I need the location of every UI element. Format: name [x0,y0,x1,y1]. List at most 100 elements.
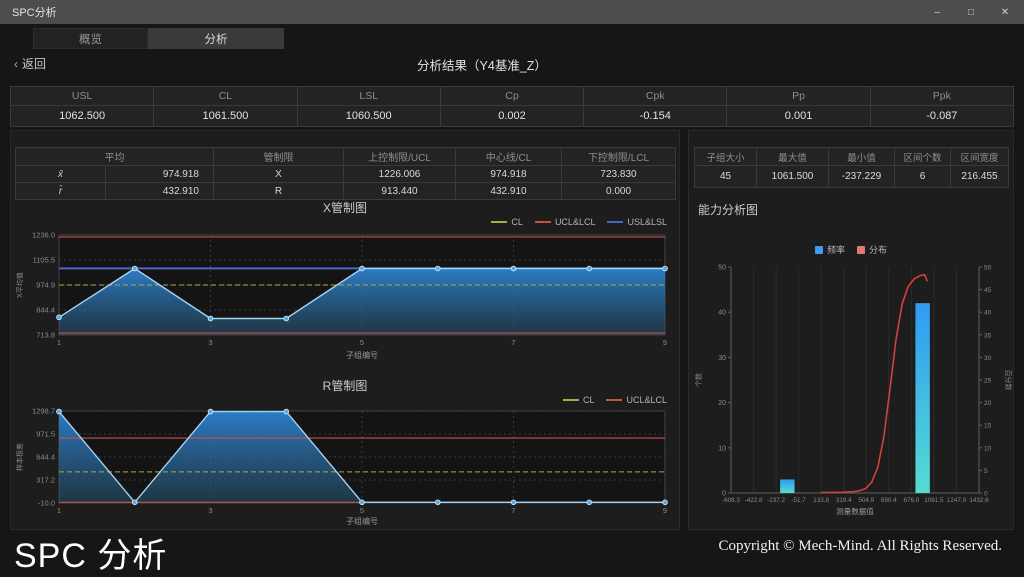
maximize-icon[interactable]: □ [964,7,978,18]
svg-text:-422.8: -422.8 [745,497,763,504]
svg-text:-237.2: -237.2 [767,497,785,504]
svg-text:9: 9 [663,506,667,515]
minimize-icon[interactable]: – [930,7,944,18]
r-control-chart[interactable]: -10.0317.2644.4971.51298.713579子组编号样本极差 [13,407,673,527]
svg-text:子组编号: 子组编号 [346,516,378,526]
legend-swatch-icon [491,221,507,223]
window-controls: – □ ✕ [930,7,1012,18]
svg-text:317.2: 317.2 [36,475,55,484]
table-row: r̄ 432.910 R 913.440 432.910 0.000 [16,183,676,200]
metric-value-cl: 1061.500 [154,106,297,127]
stats-value-min: -237.229 [829,166,895,188]
metric-label-cp: Cp [440,87,583,106]
legend-label: USL&LSL [627,217,667,227]
toolbar: ‹返回 分析结果（Y4基准_Z） [0,55,1024,72]
svg-text:50: 50 [984,265,992,272]
svg-text:974.9: 974.9 [36,281,55,290]
back-label: 返回 [22,57,46,71]
x-lcl: 723.830 [562,166,676,183]
rbar-mean: 432.910 [106,183,214,200]
x-control-chart[interactable]: 713.8844.4974.91105.51236.013579子组编号X平均值 [13,229,673,361]
metric-value-cp: 0.002 [440,106,583,127]
svg-text:971.5: 971.5 [36,430,55,439]
svg-text:690.4: 690.4 [881,497,897,504]
capability-chart[interactable]: 0102030405005101520253035404550-608.3-42… [691,255,1013,523]
svg-text:-608.3: -608.3 [722,497,740,504]
legend-item[interactable]: CL [491,217,523,227]
svg-text:30: 30 [718,355,726,362]
svg-text:844.4: 844.4 [36,305,55,314]
capability-panel: 子组大小 最大值 最小值 区间个数 区间宽度 45 1061.500 -237.… [688,130,1014,530]
limits-header-ucl: 上控制限/UCL [344,148,456,166]
svg-text:1298.7: 1298.7 [32,407,55,416]
x-row-label: X [214,166,344,183]
limits-header-lcl: 下控制限/LCL [562,148,676,166]
back-button[interactable]: ‹返回 [14,55,46,72]
summary-metrics: USL CL LSL Cp Cpk Pp Ppk 1062.500 1061.5… [10,86,1014,127]
limits-header-mean: 平均 [16,148,214,166]
table-row: x̄ 974.918 X 1226.006 974.918 723.830 [16,166,676,183]
svg-text:25: 25 [984,378,992,385]
stats-value-subgroup-size: 45 [695,166,757,188]
limits-table: 平均 管制限 上控制限/UCL 中心线/CL 下控制限/LCL x̄ 974.9… [15,147,676,200]
x-ucl: 1226.006 [344,166,456,183]
tab-bar: 概览 分析 [33,28,284,49]
close-icon[interactable]: ✕ [998,7,1012,18]
svg-text:7: 7 [511,506,515,515]
stats-value-max: 1061.500 [757,166,829,188]
svg-text:样本极差: 样本极差 [15,443,24,471]
r-lcl: 0.000 [562,183,676,200]
chart-svg: -10.0317.2644.4971.51298.713579子组编号样本极差 [13,407,673,527]
svg-text:644.4: 644.4 [36,452,55,461]
metric-value-cpk: -0.154 [584,106,727,127]
svg-text:X平均值: X平均值 [15,272,24,298]
watermark: SPC 分析 [14,528,167,577]
metric-label-ppk: Ppk [870,87,1013,106]
svg-text:1061.5: 1061.5 [924,497,944,504]
titlebar: SPC分析 – □ ✕ [0,0,1024,24]
x-cl: 974.918 [456,166,562,183]
legend-item[interactable]: UCL&LCL [606,395,667,405]
metric-value-ppk: -0.087 [870,106,1013,127]
svg-text:3: 3 [208,506,212,515]
tab-analysis[interactable]: 分析 [148,28,284,49]
x-chart-title: X管制图 [11,199,679,216]
svg-text:7: 7 [511,338,515,347]
metric-value-usl: 1062.500 [11,106,154,127]
legend-item[interactable]: USL&LSL [607,217,667,227]
svg-text:319.4: 319.4 [836,497,852,504]
svg-text:1247.0: 1247.0 [947,497,967,504]
svg-text:10: 10 [718,445,726,452]
legend-label: UCL&LCL [555,217,596,227]
xbar-symbol: x̄ [16,166,106,183]
svg-text:1236.0: 1236.0 [32,231,55,240]
legend-item[interactable]: UCL&LCL [535,217,596,227]
control-charts-panel: 平均 管制限 上控制限/UCL 中心线/CL 下控制限/LCL x̄ 974.9… [10,130,680,530]
stats-header-bin-width: 区间宽度 [951,148,1009,166]
svg-text:子组编号: 子组编号 [346,350,378,360]
stats-header-max: 最大值 [757,148,829,166]
rbar-symbol: r̄ [16,183,106,200]
window-title: SPC分析 [12,4,57,20]
svg-text:10: 10 [984,445,992,452]
tab-overview[interactable]: 概览 [33,28,148,49]
svg-text:测量数据值: 测量数据值 [836,506,874,516]
stats-value-bin-count: 6 [895,166,951,188]
page-title: 分析结果（Y4基准_Z） [0,55,964,74]
r-cl: 432.910 [456,183,562,200]
svg-text:百分数: 百分数 [1004,370,1013,391]
svg-text:876.0: 876.0 [903,497,919,504]
svg-text:3: 3 [208,338,212,347]
legend-item[interactable]: CL [563,395,595,405]
legend-label: CL [583,395,595,405]
svg-text:30: 30 [984,355,992,362]
metric-label-cpk: Cpk [584,87,727,106]
copyright: Copyright © Mech-Mind. All Rights Reserv… [719,538,1002,555]
svg-text:40: 40 [718,310,726,317]
legend-swatch-icon [606,399,622,401]
svg-text:133.8: 133.8 [813,497,829,504]
legend-swatch-icon [563,399,579,401]
metric-label-usl: USL [11,87,154,106]
svg-text:35: 35 [984,332,992,339]
stats-value-bin-width: 216.455 [951,166,1009,188]
